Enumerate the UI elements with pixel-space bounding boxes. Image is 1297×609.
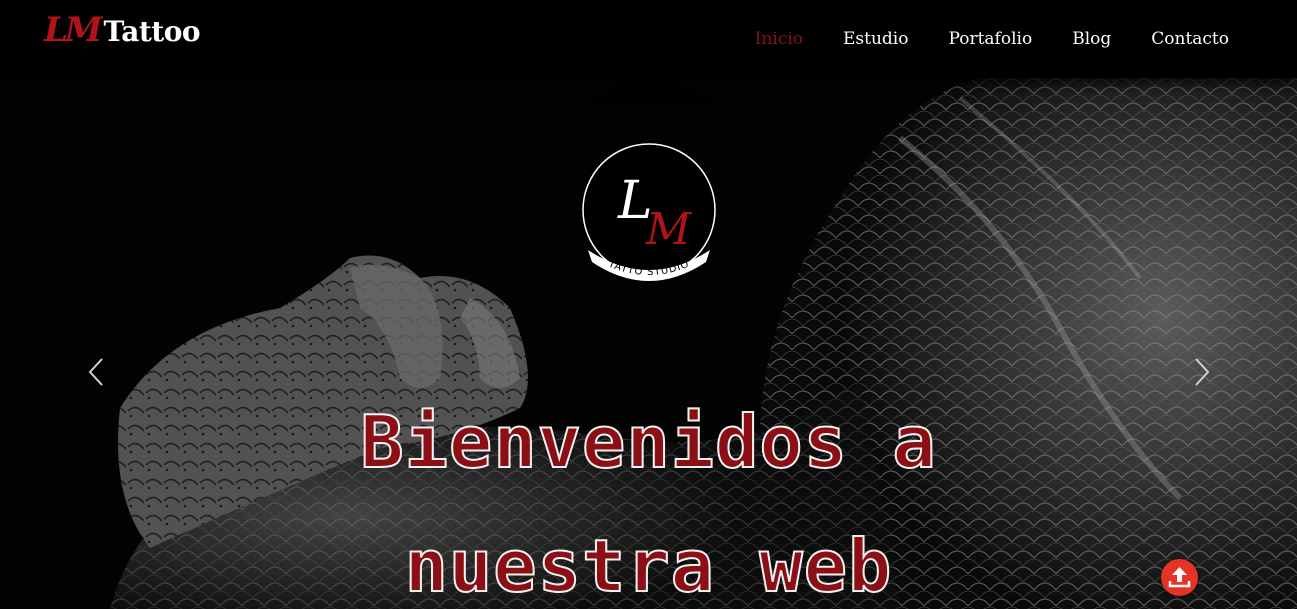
hero-title: Bienvenidos a nuestra web: [0, 380, 1297, 609]
scroll-to-top-button[interactable]: [1161, 559, 1198, 596]
nav-item-inicio[interactable]: Inicio: [755, 27, 803, 51]
brand-logo[interactable]: LM Tattoo: [44, 10, 201, 54]
site-header: LM Tattoo Inicio Estudio Portafolio Blog…: [0, 0, 1297, 78]
nav-item-contacto[interactable]: Contacto: [1151, 27, 1229, 51]
nav-item-estudio[interactable]: Estudio: [843, 27, 908, 51]
hero-title-line1: Bienvenidos a: [359, 399, 937, 485]
brand-name: Tattoo: [103, 15, 201, 48]
badge-initial-m: M: [645, 204, 692, 255]
hero-carousel: L M TATTO STUDIO Bienvenidos a nuestra w…: [0, 78, 1297, 609]
brand-initials: LM: [44, 10, 103, 50]
nav-item-blog[interactable]: Blog: [1072, 27, 1111, 51]
main-nav: Inicio Estudio Portafolio Blog Contacto: [755, 27, 1229, 51]
hero-title-line2: nuestra web: [404, 523, 893, 609]
upload-arrow-icon: [1168, 567, 1191, 588]
nav-item-portafolio[interactable]: Portafolio: [948, 27, 1032, 51]
studio-logo-badge: L M TATTO STUDIO: [582, 143, 716, 281]
